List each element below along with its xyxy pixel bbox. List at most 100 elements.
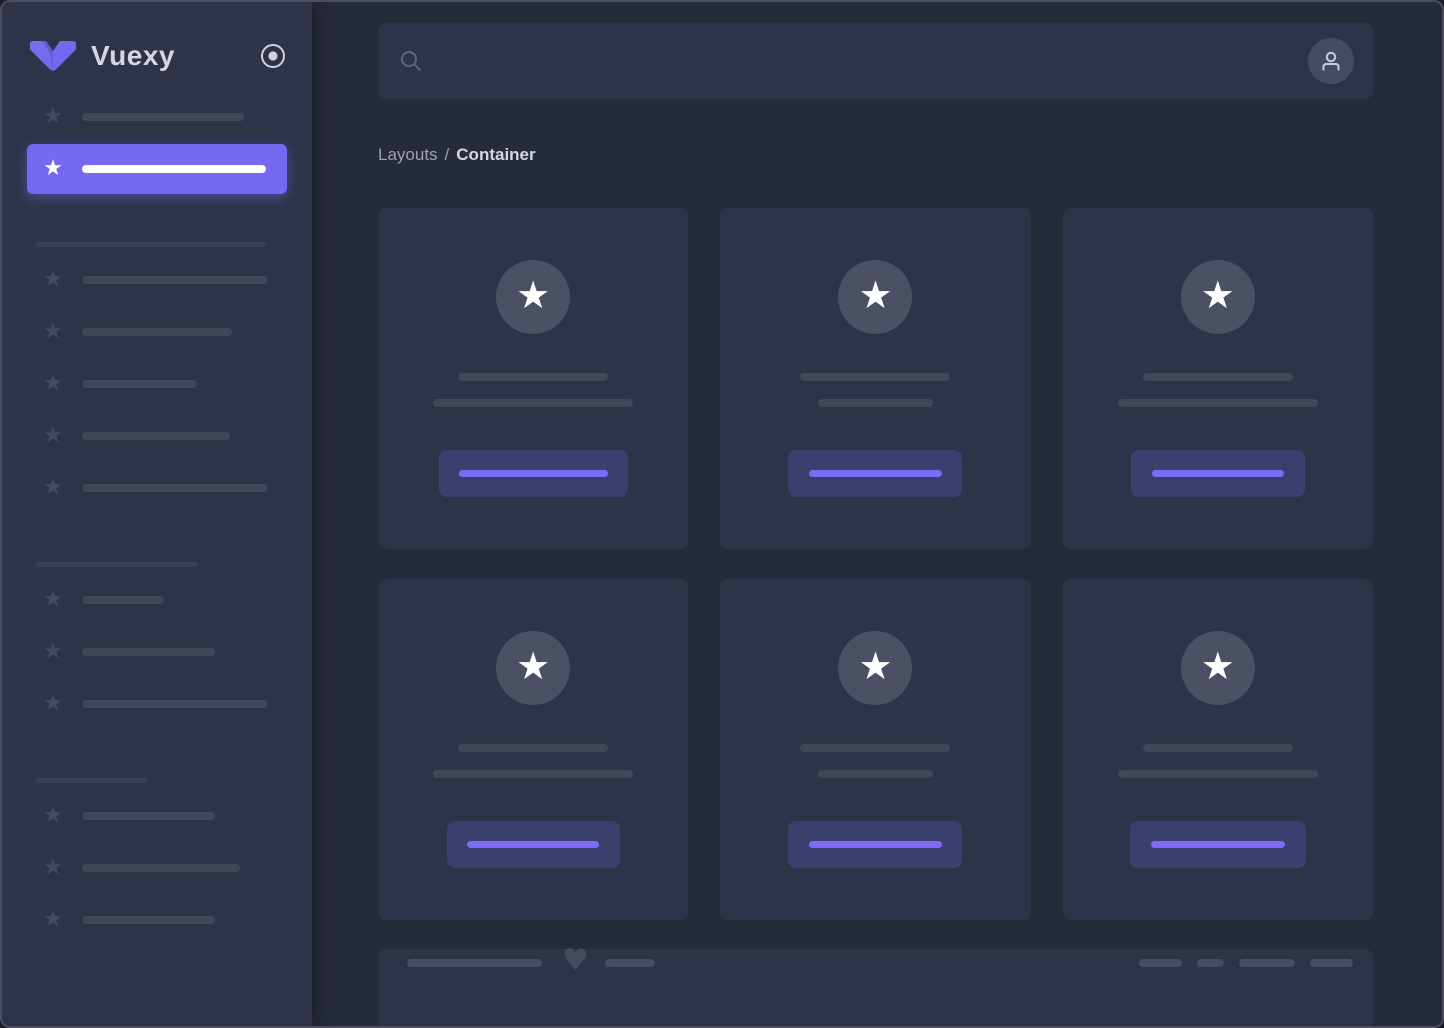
star-avatar: ★: [838, 260, 913, 334]
star-icon: ★: [43, 267, 63, 292]
title-skeleton: [458, 373, 609, 381]
card-action-button[interactable]: [788, 821, 963, 868]
star-avatar: ★: [496, 260, 571, 334]
footer-left: ♥: [407, 946, 655, 978]
card-action-button[interactable]: [788, 450, 963, 497]
sidebar-item[interactable]: ★: [27, 894, 287, 946]
section-header-skeleton: [35, 242, 266, 247]
subtitle-skeleton: [817, 399, 933, 407]
heart-icon[interactable]: ♥: [562, 946, 589, 976]
sidebar-item[interactable]: ★: [27, 358, 287, 410]
star-icon: ★: [1200, 273, 1235, 317]
breadcrumb: Layouts / Container: [378, 144, 1373, 165]
content-card: ★: [1062, 579, 1373, 920]
star-icon: ★: [516, 273, 551, 317]
star-icon: ★: [43, 855, 63, 880]
sidebar-item[interactable]: ★: [27, 790, 287, 842]
subtitle-skeleton: [433, 399, 634, 407]
sidebar-item-active[interactable]: ★: [27, 144, 287, 194]
menu-label-skeleton: [82, 700, 267, 708]
star-icon: ★: [43, 475, 63, 500]
user-icon: [1322, 51, 1340, 71]
card-action-button[interactable]: [446, 821, 620, 868]
subtitle-skeleton: [1117, 770, 1318, 778]
star-icon: ★: [858, 273, 893, 317]
button-label-skeleton: [1151, 470, 1284, 477]
sidebar-item[interactable]: ★: [27, 678, 287, 730]
radio-circle-icon[interactable]: [260, 43, 286, 69]
app-frame: Vuexy ★ ★ ★ ★ ★ ★ ★ ★ ★ ★ ★ ★ ★ Layouts / Containe: [0, 0, 1444, 1028]
title-skeleton: [800, 373, 951, 381]
sidebar-item[interactable]: ★: [27, 91, 287, 143]
sidebar-item[interactable]: ★: [27, 306, 287, 358]
button-label-skeleton: [808, 841, 942, 848]
menu-label-skeleton: [82, 916, 215, 924]
star-icon: ★: [858, 644, 893, 688]
star-avatar: ★: [838, 631, 913, 705]
button-label-skeleton: [467, 841, 600, 848]
star-icon: ★: [43, 639, 63, 664]
breadcrumb-separator: /: [444, 145, 450, 164]
star-icon: ★: [43, 371, 63, 396]
card-action-button[interactable]: [438, 450, 628, 497]
subtitle-skeleton: [433, 770, 634, 778]
menu-label-skeleton: [82, 328, 232, 336]
menu-label-skeleton: [82, 380, 197, 388]
menu-label-skeleton: [82, 812, 215, 820]
star-icon: ★: [43, 156, 63, 181]
star-icon: ★: [43, 907, 63, 932]
star-icon: ★: [43, 803, 63, 828]
global-search[interactable]: [378, 23, 1373, 99]
menu-label-skeleton: [82, 113, 244, 121]
footer-skeleton: [407, 959, 542, 967]
star-icon: ★: [43, 423, 63, 448]
card-action-button[interactable]: [1129, 821, 1306, 868]
sidebar-section: ★ ★ ★: [27, 562, 287, 730]
title-skeleton: [1142, 744, 1293, 752]
footer-skeleton: [1139, 959, 1182, 967]
subtitle-skeleton: [1117, 399, 1318, 407]
sidebar-item[interactable]: ★: [27, 574, 287, 626]
card-action-button[interactable]: [1130, 450, 1305, 497]
sidebar-item[interactable]: ★: [27, 842, 287, 894]
footer-row: ♥: [407, 946, 1353, 978]
search-icon: [401, 51, 421, 71]
footer-skeleton: [1310, 959, 1353, 967]
sidebar-item[interactable]: ★: [27, 410, 287, 462]
star-icon: ★: [1200, 644, 1235, 688]
breadcrumb-current: Container: [456, 145, 536, 164]
content-card: ★: [378, 208, 689, 549]
star-avatar: ★: [496, 631, 571, 705]
footer-skeleton: [604, 959, 655, 967]
brand-row: Vuexy: [2, 2, 312, 72]
section-header-skeleton: [35, 562, 198, 567]
menu-label-skeleton: [82, 596, 164, 604]
star-icon: ★: [43, 319, 63, 344]
sidebar-item[interactable]: ★: [27, 254, 287, 306]
content-card: ★: [720, 579, 1031, 920]
button-label-skeleton: [1150, 841, 1285, 848]
sidebar-item[interactable]: ★: [27, 462, 287, 514]
cards-grid: ★ ★ ★ ★ ★ ★: [378, 208, 1373, 920]
user-avatar[interactable]: [1308, 38, 1354, 84]
sidebar-nav: ★ ★ ★ ★ ★ ★ ★ ★ ★ ★ ★ ★ ★: [2, 91, 312, 946]
star-icon: ★: [516, 644, 551, 688]
menu-label-skeleton: [82, 432, 230, 440]
button-label-skeleton: [808, 470, 942, 477]
star-avatar: ★: [1180, 260, 1255, 334]
sidebar: Vuexy ★ ★ ★ ★ ★ ★ ★ ★ ★ ★ ★ ★ ★: [2, 2, 312, 1026]
content-card: ★: [720, 208, 1031, 549]
content-card: ★: [1062, 208, 1373, 549]
menu-label-skeleton: [82, 648, 215, 656]
menu-label-skeleton: [82, 864, 240, 872]
main-content: Layouts / Container ★ ★ ★ ★ ★ ★ ♥: [312, 2, 1442, 1026]
title-skeleton: [1142, 373, 1293, 381]
star-icon: ★: [43, 104, 63, 129]
star-icon: ★: [43, 691, 63, 716]
sidebar-item[interactable]: ★: [27, 626, 287, 678]
footer-card: ♥: [378, 946, 1373, 1026]
footer-skeleton: [1239, 959, 1295, 967]
menu-label-skeleton: [82, 165, 266, 173]
breadcrumb-parent[interactable]: Layouts: [378, 145, 438, 164]
content-card: ★: [378, 579, 689, 920]
